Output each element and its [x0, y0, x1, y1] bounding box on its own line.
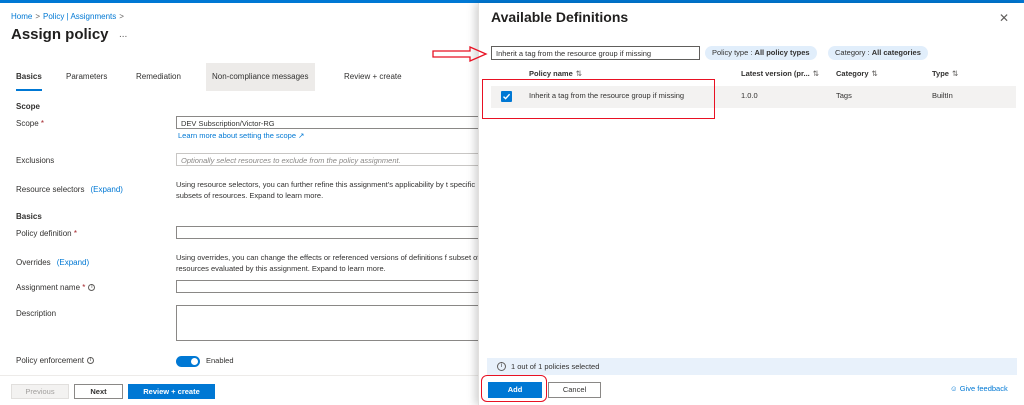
policy-enforcement-label-text: Policy enforcement [16, 356, 85, 365]
row-type: BuiltIn [932, 91, 953, 100]
feedback-icon: ☺ [950, 384, 958, 393]
learn-scope-link-text[interactable]: Learn more about setting the scope [178, 131, 296, 140]
overrides-expand-link[interactable]: (Expand) [57, 258, 89, 267]
add-button-highlight [481, 375, 547, 402]
sort-icon[interactable]: ⇅ [576, 69, 582, 78]
cancel-button[interactable]: Cancel [548, 382, 601, 398]
resource-selectors-label: Resource selectors (Expand) [16, 185, 123, 194]
policy-definition-label: Policy definition * [16, 229, 77, 238]
info-icon: i [497, 362, 506, 371]
breadcrumb: Home > Policy | Assignments > [11, 12, 127, 21]
assignment-name-label-text: Assignment name [16, 283, 81, 292]
overrides-help: Using overrides, you can change the effe… [176, 253, 478, 273]
column-header-category[interactable]: Category ⇅ [836, 69, 878, 78]
scope-label-text: Scope [16, 119, 39, 128]
scope-section-heading: Scope [16, 102, 41, 111]
page-title: Assign policy [11, 26, 109, 43]
policy-type-filter-name: Policy type : [712, 48, 755, 57]
sort-icon[interactable]: ⇅ [813, 69, 819, 78]
breadcrumb-home[interactable]: Home [11, 12, 32, 21]
tab-remediation[interactable]: Remediation [130, 63, 187, 91]
selection-status-text: 1 out of 1 policies selected [511, 362, 600, 371]
breadcrumb-separator: > [119, 12, 124, 21]
learn-scope-link[interactable]: Learn more about setting the scope ↗ [178, 131, 304, 140]
annotation-arrow-icon [432, 46, 488, 62]
selection-status-bar: i 1 out of 1 policies selected [487, 358, 1017, 375]
close-icon[interactable]: ✕ [999, 11, 1009, 25]
column-header-text: Policy name [529, 69, 573, 78]
assign-policy-blade: Home > Policy | Assignments > Assign policy… [0, 3, 478, 405]
column-header-text: Latest version (pr... [741, 69, 810, 78]
footer-divider [0, 375, 478, 376]
info-icon[interactable]: i [88, 284, 96, 292]
policy-enforcement-label: Policy enforcement i [16, 356, 95, 365]
sort-icon[interactable]: ⇅ [872, 69, 878, 78]
category-filter-name: Category : [835, 48, 872, 57]
tab-non-compliance-messages[interactable]: Non-compliance messages [206, 63, 315, 91]
overrides-label: Overrides (Expand) [16, 258, 89, 267]
exclusions-label: Exclusions [16, 156, 55, 165]
policy-enforcement-value: Enabled [206, 356, 234, 365]
tab-parameters[interactable]: Parameters [60, 63, 113, 91]
more-options-icon[interactable]: ... [119, 29, 127, 40]
scope-field[interactable]: DEV Subscription/Victor-RG [176, 116, 478, 129]
review-create-button[interactable]: Review + create [128, 384, 215, 399]
scope-label: Scope * [16, 119, 44, 128]
available-definitions-panel: Available Definitions ✕ Inherit a tag fr… [478, 3, 1024, 405]
exclusions-field[interactable]: Optionally select resources to exclude f… [176, 153, 478, 166]
policy-type-filter-value: All policy types [754, 48, 810, 57]
category-filter-value: All categories [871, 48, 921, 57]
info-icon[interactable]: i [87, 357, 95, 365]
tab-bar: Basics Parameters Remediation Non-compli… [0, 63, 478, 91]
resource-selectors-label-text: Resource selectors [16, 185, 85, 194]
assignment-name-label: Assignment name * i [16, 283, 96, 292]
column-header-latest-version[interactable]: Latest version (pr... ⇅ [741, 69, 819, 78]
column-header-text: Category [836, 69, 869, 78]
external-link-icon: ↗ [298, 131, 305, 140]
required-mark: * [73, 229, 77, 238]
column-header-type[interactable]: Type ⇅ [932, 69, 958, 78]
give-feedback-link[interactable]: ☺ Give feedback [950, 384, 1008, 393]
column-header-policy-name[interactable]: Policy name ⇅ [529, 69, 582, 78]
definition-search-input[interactable]: Inherit a tag from the resource group if… [491, 46, 700, 60]
policy-definition-field[interactable] [176, 226, 478, 239]
breadcrumb-separator: > [35, 12, 41, 21]
resource-selectors-help: Using resource selectors, you can furthe… [176, 180, 476, 200]
policy-definition-label-text: Policy definition [16, 229, 72, 238]
overrides-label-text: Overrides [16, 258, 51, 267]
assignment-name-field[interactable] [176, 280, 478, 293]
give-feedback-text[interactable]: Give feedback [960, 384, 1008, 393]
tab-basics[interactable]: Basics [10, 63, 48, 91]
tab-review-create[interactable]: Review + create [338, 63, 408, 91]
breadcrumb-policy-assignments[interactable]: Policy | Assignments [43, 12, 116, 21]
description-label: Description [16, 309, 57, 318]
basics-section-heading: Basics [16, 212, 42, 221]
policy-enforcement-toggle[interactable] [176, 356, 200, 367]
column-header-text: Type [932, 69, 949, 78]
policy-type-filter[interactable]: Policy type : All policy types [705, 46, 817, 60]
selection-highlight [482, 79, 715, 119]
row-version: 1.0.0 [741, 91, 758, 100]
resource-selectors-expand-link[interactable]: (Expand) [90, 185, 122, 194]
description-field[interactable] [176, 305, 478, 341]
required-mark: * [82, 283, 86, 292]
previous-button[interactable]: Previous [11, 384, 69, 399]
panel-title: Available Definitions [491, 9, 629, 25]
row-category: Tags [836, 91, 852, 100]
category-filter[interactable]: Category : All categories [828, 46, 928, 60]
required-mark: * [40, 119, 45, 128]
sort-icon[interactable]: ⇅ [952, 69, 958, 78]
next-button[interactable]: Next [74, 384, 123, 399]
